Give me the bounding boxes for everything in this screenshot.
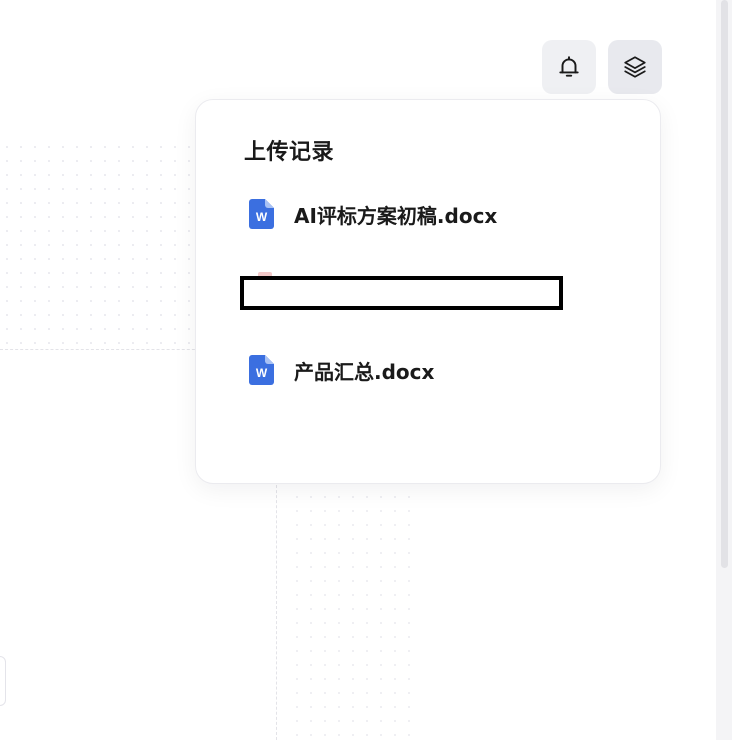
word-file-icon: W xyxy=(248,354,276,386)
file-name: AI评标方案初稿.docx xyxy=(294,203,498,228)
scrollbar-thumb[interactable] xyxy=(721,0,728,568)
partial-card xyxy=(0,656,6,706)
upload-records-panel: 上传记录 W AI评标方案初稿.docx W 产品汇总.docx xyxy=(195,99,661,484)
scrollbar[interactable] xyxy=(716,0,732,740)
page: 上传记录 W AI评标方案初稿.docx W 产品汇总.docx xyxy=(0,0,732,740)
panel-title: 上传记录 xyxy=(244,140,335,165)
svg-text:W: W xyxy=(256,210,268,224)
bell-icon xyxy=(556,54,582,80)
upload-file-item[interactable]: W 产品汇总.docx xyxy=(248,354,434,386)
word-file-icon: W xyxy=(248,198,276,230)
file-name: 产品汇总.docx xyxy=(294,359,435,384)
dotted-background xyxy=(0,140,200,350)
dashed-divider xyxy=(0,349,210,350)
upload-file-item[interactable]: W AI评标方案初稿.docx xyxy=(248,198,497,230)
redacted-file-item xyxy=(240,276,563,310)
dashed-divider xyxy=(276,480,277,740)
svg-text:W: W xyxy=(256,366,268,380)
dotted-background xyxy=(290,490,410,740)
layers-icon xyxy=(622,54,648,80)
notifications-button[interactable] xyxy=(542,40,596,94)
upload-records-button[interactable] xyxy=(608,40,662,94)
